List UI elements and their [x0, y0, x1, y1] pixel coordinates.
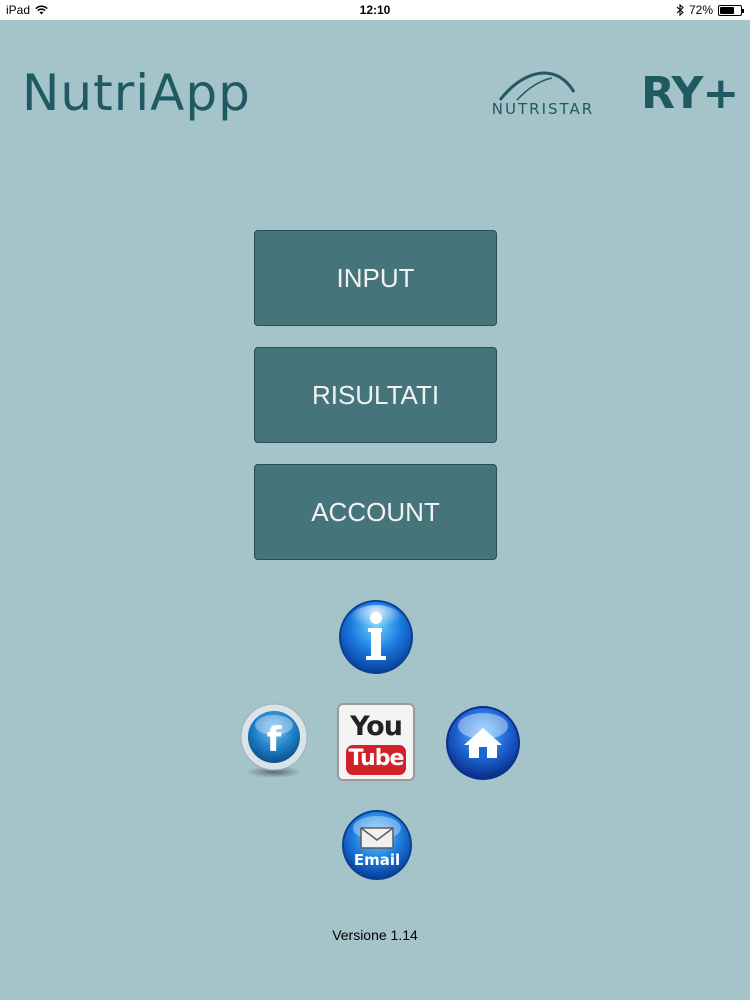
nutriapp-logo: NutriApp: [22, 64, 251, 122]
ry-plus-logo: RY+: [641, 68, 739, 119]
battery-icon: [718, 4, 744, 16]
version-label: Versione 1.14: [332, 927, 418, 943]
home-icon[interactable]: [444, 705, 522, 781]
nutristar-logo: NUTRISTAR: [482, 70, 604, 120]
input-button[interactable]: INPUT: [254, 230, 497, 326]
status-right: 72%: [676, 3, 744, 17]
account-button[interactable]: ACCOUNT: [254, 464, 497, 560]
info-icon[interactable]: [337, 598, 415, 678]
svg-text:f: f: [267, 720, 283, 760]
youtube-tube-text: Tube: [348, 746, 405, 771]
nutristar-swoosh-icon: [498, 71, 576, 101]
youtube-you-text: You: [350, 711, 403, 742]
bluetooth-icon: [676, 4, 684, 16]
facebook-icon[interactable]: f: [238, 700, 310, 780]
status-bar: iPad 12:10 72%: [0, 0, 750, 20]
youtube-icon[interactable]: You Tube: [337, 703, 415, 781]
battery-percent: 72%: [688, 3, 713, 17]
risultati-button[interactable]: RISULTATI: [254, 347, 497, 443]
nutristar-text: NUTRISTAR: [491, 100, 595, 118]
status-time: 12:10: [359, 3, 391, 17]
email-icon[interactable]: [340, 808, 414, 882]
battery-fill: [720, 6, 735, 14]
